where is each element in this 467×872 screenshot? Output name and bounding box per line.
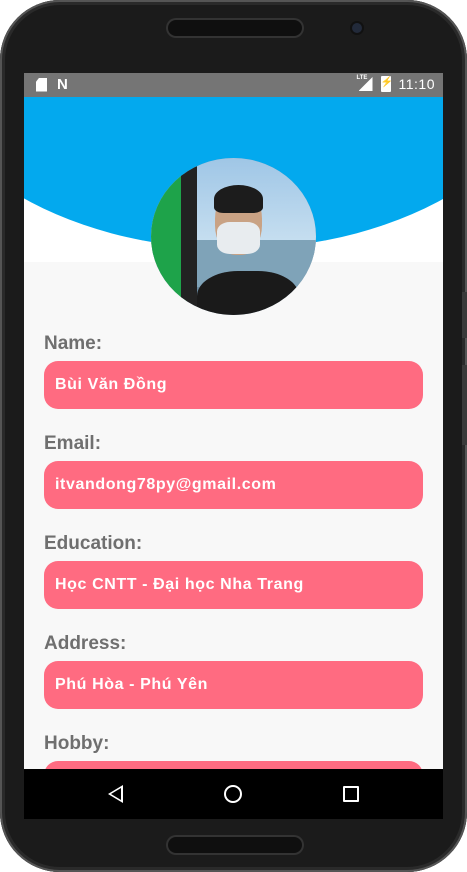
top-speaker: [168, 20, 302, 36]
volume-button[interactable]: [462, 292, 467, 338]
sd-card-icon: [36, 77, 47, 92]
profile-avatar[interactable]: [151, 158, 316, 315]
education-field: Education: Học CNTT - Đại học Nha Trang: [44, 533, 423, 609]
education-value[interactable]: Học CNTT - Đại học Nha Trang: [44, 561, 423, 609]
battery-charging-icon: [380, 76, 393, 92]
email-value[interactable]: itvandong78py@gmail.com: [44, 461, 423, 509]
name-label: Name:: [44, 333, 103, 354]
bottom-speaker: [168, 837, 302, 853]
home-icon[interactable]: [224, 785, 242, 803]
n-notification-icon: N: [57, 76, 68, 93]
app-screen: N LTE 11:10 Name:: [24, 73, 443, 819]
email-field: Email: itvandong78py@gmail.com: [44, 433, 423, 509]
front-camera: [352, 23, 362, 33]
hobby-label: Hobby:: [44, 733, 110, 754]
name-field: Name: Bùi Văn Đồng: [44, 333, 423, 409]
status-clock: 11:10: [398, 76, 435, 92]
power-button[interactable]: [462, 365, 467, 445]
recents-icon[interactable]: [343, 786, 359, 802]
address-field: Address: Phú Hòa - Phú Yên: [44, 633, 423, 709]
device-frame: N LTE 11:10 Name:: [0, 0, 467, 872]
status-bar: N LTE 11:10: [24, 73, 443, 97]
back-icon[interactable]: [108, 785, 123, 803]
navigation-bar: [24, 769, 443, 819]
name-value[interactable]: Bùi Văn Đồng: [44, 361, 423, 409]
network-type-label: LTE: [356, 75, 368, 81]
email-label: Email:: [44, 433, 102, 454]
lte-signal-icon: LTE: [356, 75, 373, 91]
address-value[interactable]: Phú Hòa - Phú Yên: [44, 661, 423, 709]
address-label: Address:: [44, 633, 127, 654]
profile-fields: Name: Bùi Văn Đồng Email: itvandong78py@…: [44, 333, 423, 819]
education-label: Education:: [44, 533, 143, 554]
